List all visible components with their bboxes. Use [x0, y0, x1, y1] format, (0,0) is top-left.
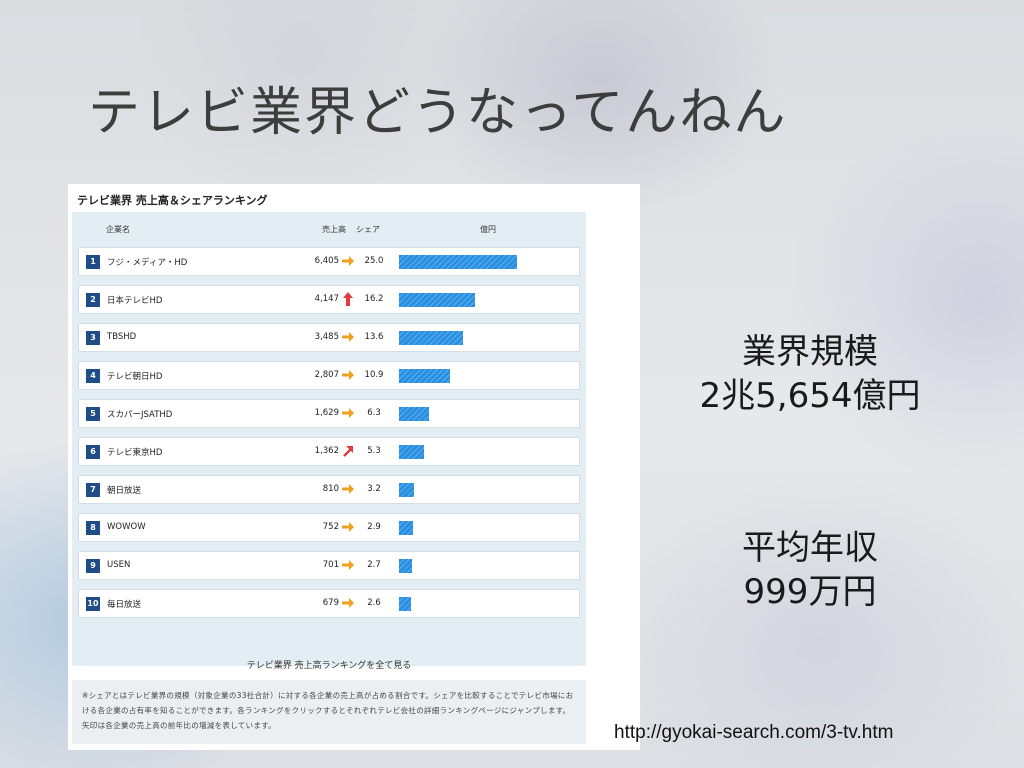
share-bar — [399, 369, 450, 383]
industry-scale-label: 業界規模 — [742, 332, 878, 372]
avg-salary-block: 平均年収 999万円 — [650, 526, 970, 614]
rank-badge: 3 — [86, 331, 100, 345]
sales-value: 6,405 — [314, 256, 339, 266]
company-name[interactable]: WOWOW — [107, 522, 146, 532]
company-name[interactable]: フジ・メディア・HD — [107, 256, 187, 268]
up-arrow-icon — [343, 292, 353, 306]
share-value: 16.2 — [364, 294, 384, 304]
share-bar — [399, 521, 413, 535]
ranking-row[interactable]: 8 WOWOW 752 2.9 — [78, 513, 580, 542]
rank-badge: 7 — [86, 483, 100, 497]
share-value: 25.0 — [364, 256, 384, 266]
sales-value: 1,362 — [314, 446, 339, 456]
sales-value: 2,807 — [314, 370, 339, 380]
share-bar — [399, 293, 475, 307]
industry-scale-block: 業界規模 2兆5,654億円 — [650, 330, 970, 418]
share-bar — [399, 445, 424, 459]
share-value: 5.3 — [367, 446, 381, 456]
ranking-panel: テレビ業界 売上高＆シェアランキング 企業名 売上高 シェア 億円 1 フジ・メデ… — [68, 184, 640, 750]
company-name[interactable]: スカパーJSATHD — [107, 408, 172, 420]
share-value: 13.6 — [364, 332, 384, 342]
avg-salary-label: 平均年収 — [742, 528, 878, 568]
share-value: 2.7 — [367, 560, 381, 570]
share-bar — [399, 559, 412, 573]
ranking-row[interactable]: 3 TBSHD 3,485 13.6 — [78, 323, 580, 352]
ranking-row[interactable]: 1 フジ・メディア・HD 6,405 25.0 — [78, 247, 580, 276]
ranking-row[interactable]: 2 日本テレビHD 4,147 16.2 — [78, 285, 580, 314]
rank-badge: 2 — [86, 293, 100, 307]
right-arrow-icon — [342, 408, 354, 418]
note-box: ※シェアとはテレビ業界の規模（対象企業の33社合計）に対する各企業の売上高が占め… — [72, 680, 586, 744]
ranking-title: テレビ業界 売上高＆シェアランキング — [77, 194, 268, 207]
ranking-row[interactable]: 5 スカパーJSATHD 1,629 6.3 — [78, 399, 580, 428]
rank-badge: 10 — [86, 597, 100, 611]
right-arrow-icon — [342, 560, 354, 570]
rank-badge: 4 — [86, 369, 100, 383]
rank-badge: 6 — [86, 445, 100, 459]
share-value: 3.2 — [367, 484, 381, 494]
ranking-row[interactable]: 10 毎日放送 679 2.6 — [78, 589, 580, 618]
header-sales: 売上高 — [322, 225, 346, 234]
ranking-row[interactable]: 4 テレビ朝日HD 2,807 10.9 — [78, 361, 580, 390]
sales-value: 810 — [322, 484, 339, 494]
ranking-row[interactable]: 6 テレビ東京HD 1,362 5.3 — [78, 437, 580, 466]
ranking-row[interactable]: 7 朝日放送 810 3.2 — [78, 475, 580, 504]
company-name[interactable]: テレビ東京HD — [107, 446, 162, 458]
share-value: 2.9 — [367, 522, 381, 532]
ranking-table: 企業名 売上高 シェア 億円 1 フジ・メディア・HD 6,405 25.0 2 日本テレ… — [72, 212, 586, 671]
share-bar — [399, 407, 429, 421]
ranking-row[interactable]: 9 USEN 701 2.7 — [78, 551, 580, 580]
right-arrow-icon — [342, 370, 354, 380]
rank-badge: 1 — [86, 255, 100, 269]
header-share: シェア — [356, 225, 380, 234]
company-name[interactable]: 朝日放送 — [107, 484, 141, 496]
sales-value: 4,147 — [314, 294, 339, 304]
sales-value: 679 — [322, 598, 339, 608]
rank-badge: 5 — [86, 407, 100, 421]
sales-value: 1,629 — [314, 408, 339, 418]
company-name[interactable]: TBSHD — [107, 332, 136, 342]
right-arrow-icon — [342, 332, 354, 342]
right-arrow-icon — [342, 522, 354, 532]
source-url[interactable]: http://gyokai-search.com/3-tv.htm — [614, 722, 893, 744]
share-value: 2.6 — [367, 598, 381, 608]
slide-title: テレビ業界どうなってんねん — [88, 83, 788, 143]
note-text: ※シェアとはテレビ業界の規模（対象企業の33社合計）に対する各企業の売上高が占め… — [82, 691, 574, 730]
share-value: 6.3 — [367, 408, 381, 418]
rank-badge: 9 — [86, 559, 100, 573]
sales-value: 752 — [322, 522, 339, 532]
sales-value: 3,485 — [314, 332, 339, 342]
company-name[interactable]: 毎日放送 — [107, 598, 141, 610]
share-bar — [399, 483, 414, 497]
company-name[interactable]: テレビ朝日HD — [107, 370, 162, 382]
share-bar — [399, 331, 463, 345]
share-bar — [399, 255, 517, 269]
share-value: 10.9 — [364, 370, 384, 380]
company-name[interactable]: USEN — [107, 560, 130, 570]
rank-badge: 8 — [86, 521, 100, 535]
company-name[interactable]: 日本テレビHD — [107, 294, 162, 306]
right-arrow-icon — [342, 484, 354, 494]
header-bar: 億円 — [480, 225, 496, 234]
see-all-ranking-link[interactable]: テレビ業界 売上高ランキングを全て見る — [78, 658, 580, 671]
right-arrow-icon — [342, 256, 354, 266]
right-arrow-icon — [342, 598, 354, 608]
up-right-arrow-icon — [343, 446, 353, 457]
share-bar — [399, 597, 411, 611]
sales-value: 701 — [322, 560, 339, 570]
avg-salary-value: 999万円 — [743, 572, 877, 612]
header-company: 企業名 — [106, 225, 130, 234]
industry-scale-value: 2兆5,654億円 — [699, 376, 921, 416]
